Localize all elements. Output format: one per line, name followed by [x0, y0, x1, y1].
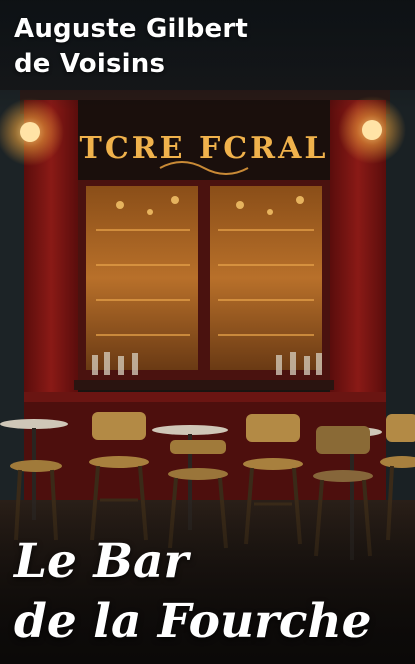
shop-window-right: [210, 186, 322, 370]
book-title-line-2: de la Fourche: [14, 594, 372, 649]
author-name: Auguste Gilbert de Voisins: [14, 12, 404, 82]
left-wall-lamp-icon: [20, 122, 40, 142]
book-cover: TCRE FCRAL Auguste Gilbert de Voisins Le…: [0, 0, 415, 664]
author-name-line-1: Auguste Gilbert: [14, 14, 249, 44]
right-wall-lamp-icon: [362, 120, 382, 140]
bar-sign: TCRE FCRAL: [80, 131, 329, 166]
shop-window-left: [86, 186, 198, 370]
book-title: Le Bar de la Fourche: [14, 532, 409, 652]
book-title-line-1: Le Bar: [14, 534, 189, 589]
author-name-line-2: de Voisins: [14, 49, 166, 79]
